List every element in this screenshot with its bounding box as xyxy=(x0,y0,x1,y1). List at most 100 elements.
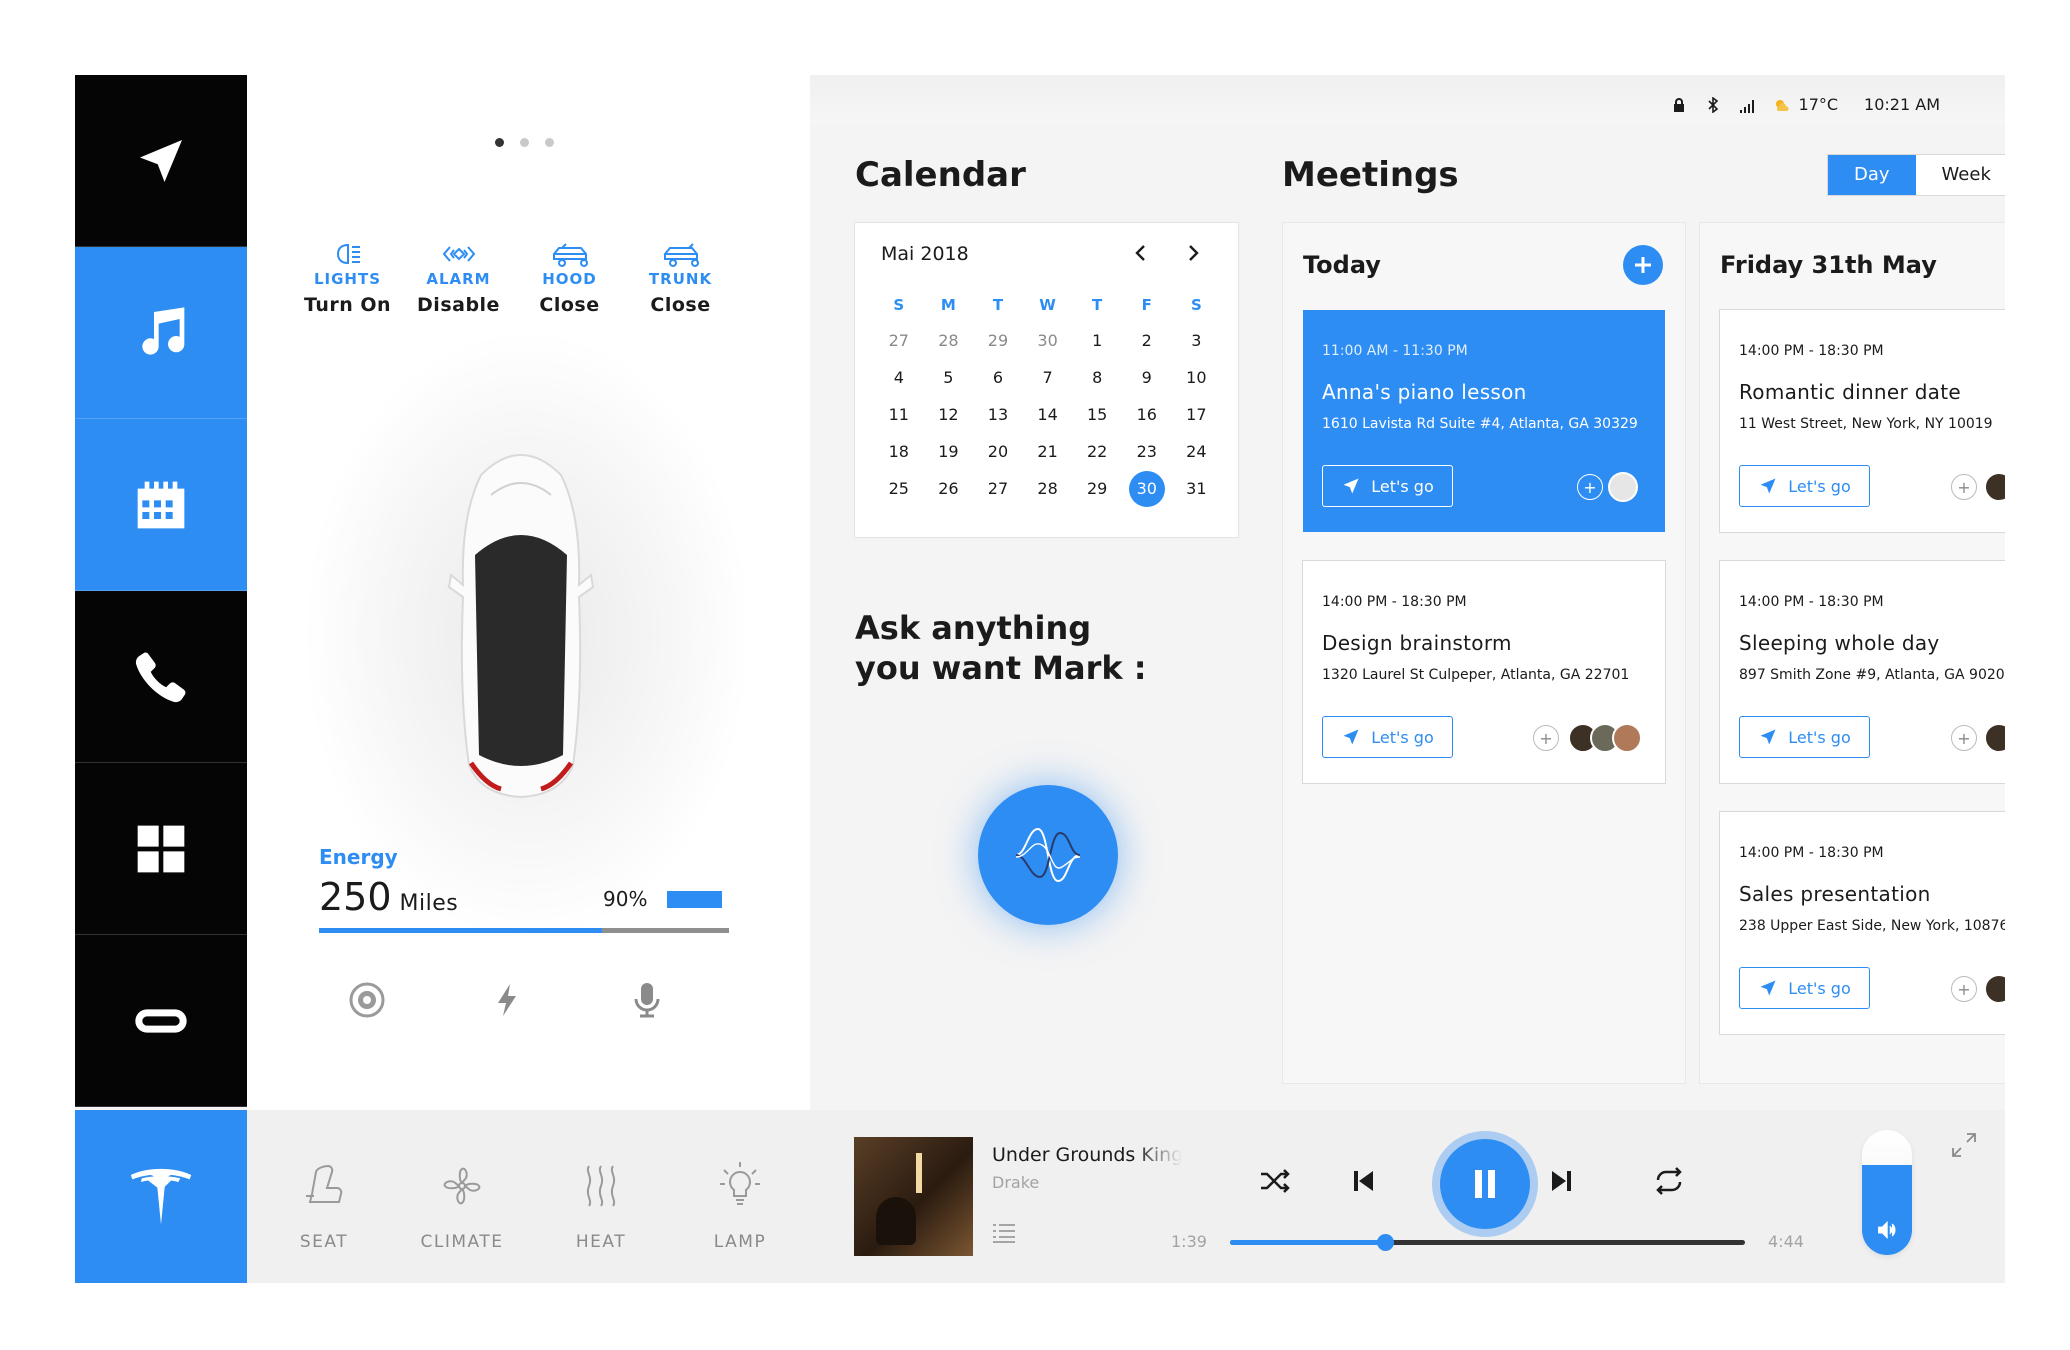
calendar-day[interactable]: 16 xyxy=(1122,396,1172,433)
calendar-day-number: 15 xyxy=(1086,405,1108,424)
calendar-day[interactable]: 17 xyxy=(1172,396,1222,433)
calendar-day[interactable]: 13 xyxy=(973,396,1023,433)
previous-track-button[interactable] xyxy=(1343,1161,1383,1201)
calendar-day[interactable]: 28 xyxy=(1023,470,1073,507)
playback-scrubber[interactable] xyxy=(1376,1234,1394,1251)
climate-control[interactable]: CLIMATE xyxy=(393,1110,531,1283)
lets-go-button[interactable]: Let's go xyxy=(1322,465,1453,507)
calendar-day[interactable]: 24 xyxy=(1172,433,1222,470)
voice-assistant-button[interactable] xyxy=(978,785,1118,925)
lets-go-button[interactable]: Let's go xyxy=(1739,465,1870,507)
lets-go-button[interactable]: Let's go xyxy=(1739,716,1870,758)
calendar-day[interactable]: 9 xyxy=(1122,359,1172,396)
calendar-day[interactable]: 10 xyxy=(1172,359,1222,396)
play-pause-button[interactable] xyxy=(1440,1139,1530,1229)
navigation-arrow-icon xyxy=(1760,980,1776,996)
lights-control[interactable]: LIGHTS Turn On xyxy=(292,240,403,316)
calendar-day[interactable]: 14 xyxy=(1023,396,1073,433)
calendar-day[interactable]: 27 xyxy=(874,322,924,359)
next-track-button[interactable] xyxy=(1542,1161,1582,1201)
chevron-right-icon[interactable] xyxy=(1183,243,1203,263)
calendar-day[interactable]: 1 xyxy=(1072,322,1122,359)
tesla-home-button[interactable] xyxy=(75,1110,247,1283)
meeting-time: 11:00 AM - 11:30 PM xyxy=(1322,343,1468,359)
calendar-day[interactable]: 15 xyxy=(1072,396,1122,433)
playlist-icon[interactable] xyxy=(992,1223,1016,1243)
trunk-control[interactable]: TRUNK Close xyxy=(625,240,736,316)
seat-control[interactable]: SEAT xyxy=(255,1110,393,1283)
calendar-day[interactable]: 28 xyxy=(924,322,974,359)
meeting-card[interactable]: 14:00 PM - 18:30 PM Romantic dinner date… xyxy=(1720,310,2005,532)
add-participant-button[interactable]: + xyxy=(1577,474,1603,500)
expand-icon[interactable] xyxy=(1951,1132,1977,1158)
avatar xyxy=(1608,472,1638,502)
calendar-day[interactable]: 4 xyxy=(874,359,924,396)
chevron-left-icon[interactable] xyxy=(1131,243,1151,263)
nav-item-vr[interactable] xyxy=(75,935,247,1107)
participants xyxy=(1984,723,2005,753)
calendar-day[interactable]: 8 xyxy=(1072,359,1122,396)
lets-go-button[interactable]: Let's go xyxy=(1322,716,1453,758)
calendar-day[interactable]: 30 xyxy=(1023,322,1073,359)
volume-slider[interactable] xyxy=(1862,1130,1912,1255)
charging-bolt-icon[interactable] xyxy=(487,980,527,1020)
heat-control[interactable]: HEAT xyxy=(532,1110,670,1283)
friday-column: Friday 31th May 14:00 PM - 18:30 PM Roma… xyxy=(1700,223,2005,1083)
battery-percent: 90% xyxy=(603,887,648,911)
calendar-day[interactable]: 11 xyxy=(874,396,924,433)
calendar-day[interactable]: 21 xyxy=(1023,433,1073,470)
add-participant-button[interactable]: + xyxy=(1951,474,1977,500)
calendar-day[interactable]: 19 xyxy=(924,433,974,470)
calendar-day[interactable]: 27 xyxy=(973,470,1023,507)
add-participant-button[interactable]: + xyxy=(1951,976,1977,1002)
calendar-day[interactable]: 23 xyxy=(1122,433,1172,470)
album-art-candle xyxy=(916,1153,922,1193)
meeting-card[interactable]: 14:00 PM - 18:30 PM Sleeping whole day 8… xyxy=(1720,561,2005,783)
meeting-card[interactable]: 14:00 PM - 18:30 PM Design brainstorm 13… xyxy=(1303,561,1665,783)
page-dot[interactable] xyxy=(495,138,504,147)
calendar-day[interactable]: 25 xyxy=(874,470,924,507)
alarm-control[interactable]: ALARM Disable xyxy=(403,240,514,316)
meeting-card[interactable]: 11:00 AM - 11:30 PM Anna's piano lesson … xyxy=(1303,310,1665,532)
meeting-card[interactable]: 14:00 PM - 18:30 PM Sales presentation 2… xyxy=(1720,812,2005,1034)
nav-item-phone[interactable] xyxy=(75,591,247,763)
calendar-day[interactable]: 12 xyxy=(924,396,974,433)
calendar-day[interactable]: 26 xyxy=(924,470,974,507)
album-art[interactable] xyxy=(854,1137,973,1256)
nav-item-music[interactable] xyxy=(75,247,247,419)
calendar-day[interactable]: 31 xyxy=(1172,470,1222,507)
apps-grid-icon xyxy=(137,825,185,872)
add-participant-button[interactable]: + xyxy=(1533,725,1559,751)
calendar-day[interactable]: 3 xyxy=(1172,322,1222,359)
calendar-day[interactable]: 5 xyxy=(924,359,974,396)
calendar-day[interactable]: 29 xyxy=(973,322,1023,359)
add-meeting-button[interactable] xyxy=(1623,245,1663,285)
page-indicator[interactable] xyxy=(495,138,554,147)
calendar-day[interactable]: 29 xyxy=(1072,470,1122,507)
nav-item-apps[interactable] xyxy=(75,763,247,935)
add-participant-button[interactable]: + xyxy=(1951,725,1977,751)
lamp-control[interactable]: LAMP xyxy=(671,1110,809,1283)
calendar-day[interactable]: 18 xyxy=(874,433,924,470)
calendar-day[interactable]: 6 xyxy=(973,359,1023,396)
microphone-icon[interactable] xyxy=(627,980,667,1020)
calendar-day[interactable]: 20 xyxy=(973,433,1023,470)
view-week-button[interactable]: Week xyxy=(1915,155,2005,195)
nav-item-navigation[interactable] xyxy=(75,75,247,247)
calendar-day[interactable]: 2 xyxy=(1122,322,1172,359)
calendar-day[interactable]: 7 xyxy=(1023,359,1073,396)
page-dot[interactable] xyxy=(545,138,554,147)
lets-go-button[interactable]: Let's go xyxy=(1739,967,1870,1009)
nav-item-calendar[interactable] xyxy=(75,419,247,591)
page-dot[interactable] xyxy=(520,138,529,147)
hood-control[interactable]: HOOD Close xyxy=(514,240,625,316)
calendar-day[interactable]: 22 xyxy=(1072,433,1122,470)
track-title: Under Grounds Kings xyxy=(992,1144,1182,1166)
playback-progress[interactable] xyxy=(1230,1234,1745,1251)
calendar-day-selected[interactable]: 30 xyxy=(1122,470,1172,507)
shuffle-button[interactable] xyxy=(1255,1161,1295,1201)
tire-pressure-icon[interactable] xyxy=(347,980,387,1020)
calendar-day-number: 16 xyxy=(1136,405,1157,424)
repeat-button[interactable] xyxy=(1649,1161,1689,1201)
view-day-button[interactable]: Day xyxy=(1828,155,1916,195)
